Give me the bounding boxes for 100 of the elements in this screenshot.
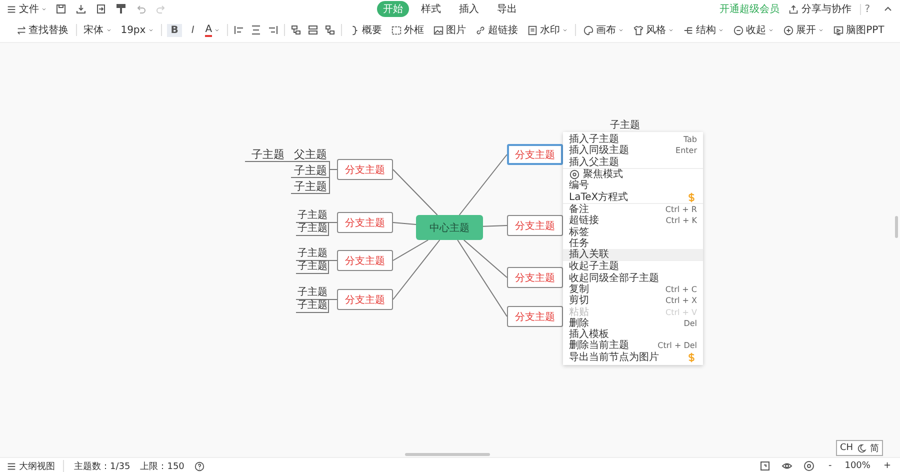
dashed-frame-icon xyxy=(391,24,402,36)
branch-topic[interactable]: 分支主题 xyxy=(337,212,393,233)
subtopic[interactable]: 子主题 xyxy=(296,210,329,222)
subtopic[interactable]: 子主题 xyxy=(296,248,329,260)
menu-tab[interactable]: 样式 xyxy=(415,1,447,17)
menu-item[interactable]: 任务 xyxy=(563,238,703,249)
toolbar-button[interactable]: 水印 xyxy=(525,22,570,38)
add-sibling-icon[interactable] xyxy=(307,24,320,36)
menu-item[interactable]: 备注 Ctrl + R xyxy=(563,204,703,216)
branch-topic[interactable]: 分支主题 xyxy=(337,250,393,271)
zoom-in-button[interactable]: + xyxy=(880,461,894,471)
help-button[interactable]: ? xyxy=(860,4,874,14)
toolbar-button[interactable]: 风格 xyxy=(631,22,676,38)
subtopic[interactable]: 子主题 xyxy=(296,300,329,312)
branch-topic[interactable]: 分支主题 xyxy=(507,215,563,236)
font-color-button[interactable]: A xyxy=(203,22,222,38)
bracket-line xyxy=(328,260,338,274)
shirt-icon xyxy=(633,24,644,36)
menu-item[interactable]: 插入关联 xyxy=(563,248,703,260)
menu-item[interactable]: 标签 xyxy=(563,226,703,238)
toolbar-button[interactable]: 概要 xyxy=(347,22,384,38)
save-icon[interactable] xyxy=(55,3,67,15)
central-topic[interactable]: 中心主题 xyxy=(416,215,483,240)
toolbar-button[interactable]: 收起 xyxy=(731,22,776,38)
subtopic[interactable]: 子主题 xyxy=(245,146,291,162)
zoom-level: 100% xyxy=(844,461,870,471)
topic-count: 主题数：1/35 xyxy=(74,460,130,472)
align-left-icon[interactable] xyxy=(233,24,246,36)
add-parent-icon[interactable] xyxy=(324,24,336,36)
subtopic[interactable]: 父主题 xyxy=(291,146,330,162)
menu-item[interactable]: 收起子主题 xyxy=(563,261,703,273)
scrollbar-thumb[interactable] xyxy=(895,216,898,238)
target-icon[interactable] xyxy=(803,460,816,472)
menu-item[interactable]: 复制 Ctrl + C xyxy=(563,284,703,296)
subtopic[interactable]: 子主题 xyxy=(608,120,642,132)
list-icon xyxy=(6,460,17,472)
italic-button[interactable]: I xyxy=(187,24,198,36)
menu-tab[interactable]: 导出 xyxy=(491,1,523,17)
paint-roller-icon[interactable] xyxy=(115,3,127,15)
fit-screen-icon[interactable] xyxy=(759,460,772,472)
menu-item[interactable]: 插入模板 xyxy=(563,329,703,340)
font-size-dropdown[interactable]: 19px xyxy=(118,24,156,36)
connector-line xyxy=(392,169,438,216)
outline-view-button[interactable]: 大纲视图 xyxy=(6,460,64,472)
font-dropdown[interactable]: 宋体 xyxy=(82,22,114,38)
toolbar-button[interactable]: 超链接 xyxy=(473,22,520,38)
structure-icon xyxy=(683,24,694,36)
palette-icon xyxy=(583,24,594,36)
swap-icon xyxy=(16,24,27,36)
menu-item[interactable]: 插入父主题 xyxy=(563,156,703,168)
branch-topic[interactable]: 分支主题 xyxy=(337,159,393,180)
add-child-icon[interactable] xyxy=(290,24,302,36)
align-center-icon[interactable] xyxy=(250,24,262,36)
toolbar-button[interactable]: 脑图PPT xyxy=(831,22,886,38)
menu-item[interactable]: 删除 Del xyxy=(563,318,703,330)
menu-item[interactable]: 剪切 Ctrl + X xyxy=(563,295,703,306)
branch-topic[interactable]: 分支主题 xyxy=(507,267,563,288)
page-icon xyxy=(527,24,538,36)
menu-item[interactable]: 收起同级全部子主题 xyxy=(563,272,703,284)
toolbar-button[interactable]: 图片 xyxy=(431,22,468,38)
toolbar-button[interactable]: 结构 xyxy=(681,22,726,38)
bold-button[interactable]: B xyxy=(166,24,182,36)
ime-language: CH xyxy=(840,443,854,453)
subtopic[interactable]: 子主题 xyxy=(296,286,329,300)
align-right-icon[interactable] xyxy=(267,24,280,36)
menu-icon xyxy=(6,4,17,14)
subtopic[interactable]: 子主题 xyxy=(291,162,330,178)
export-icon[interactable] xyxy=(95,3,107,15)
zoom-out-button[interactable]: - xyxy=(825,461,835,471)
menu-item[interactable]: 超链接 Ctrl + K xyxy=(563,215,703,226)
file-menu[interactable]: 文件 xyxy=(6,2,47,16)
subtopic[interactable]: 子主题 xyxy=(296,260,329,274)
image-icon xyxy=(433,24,444,36)
menu-item[interactable]: 编号 xyxy=(563,180,703,192)
branch-topic[interactable]: 分支主题 xyxy=(337,289,393,310)
toolbar-button[interactable]: 外框 xyxy=(389,22,426,38)
subtopic[interactable]: 子主题 xyxy=(291,178,330,194)
bracket-line xyxy=(329,160,338,194)
menu-item[interactable]: LaTeX方程式 xyxy=(563,191,703,203)
link-icon xyxy=(475,24,486,36)
minus-circle-icon xyxy=(733,24,744,36)
scrollbar-thumb[interactable] xyxy=(405,453,490,456)
find-replace-button[interactable]: 查找替换 xyxy=(14,22,71,38)
branch-topic[interactable]: 分支主题 xyxy=(507,144,563,165)
ime-mode: 简 xyxy=(870,442,880,454)
menu-item[interactable]: 删除当前主题 Ctrl + Del xyxy=(563,340,703,352)
menu-item[interactable]: 插入同级主题 Enter xyxy=(563,145,703,157)
menu-tab[interactable]: 插入 xyxy=(453,1,485,17)
menu-item[interactable]: 聚焦模式 xyxy=(563,168,703,180)
toolbar-button[interactable]: 展开 xyxy=(781,22,826,38)
menu-item[interactable]: 插入子主题 Tab xyxy=(563,134,703,146)
connector-line xyxy=(482,225,508,227)
plus-circle-icon xyxy=(783,24,794,36)
subtopic[interactable]: 子主题 xyxy=(296,222,329,236)
branch-topic[interactable]: 分支主题 xyxy=(507,306,563,327)
bracket-line xyxy=(328,298,338,312)
download-icon[interactable] xyxy=(75,3,87,15)
toolbar-button[interactable]: 画布 xyxy=(581,22,626,38)
share-button[interactable]: 分享与协作 xyxy=(788,2,852,16)
menu-item[interactable]: 导出当前节点为图片 xyxy=(563,352,703,363)
